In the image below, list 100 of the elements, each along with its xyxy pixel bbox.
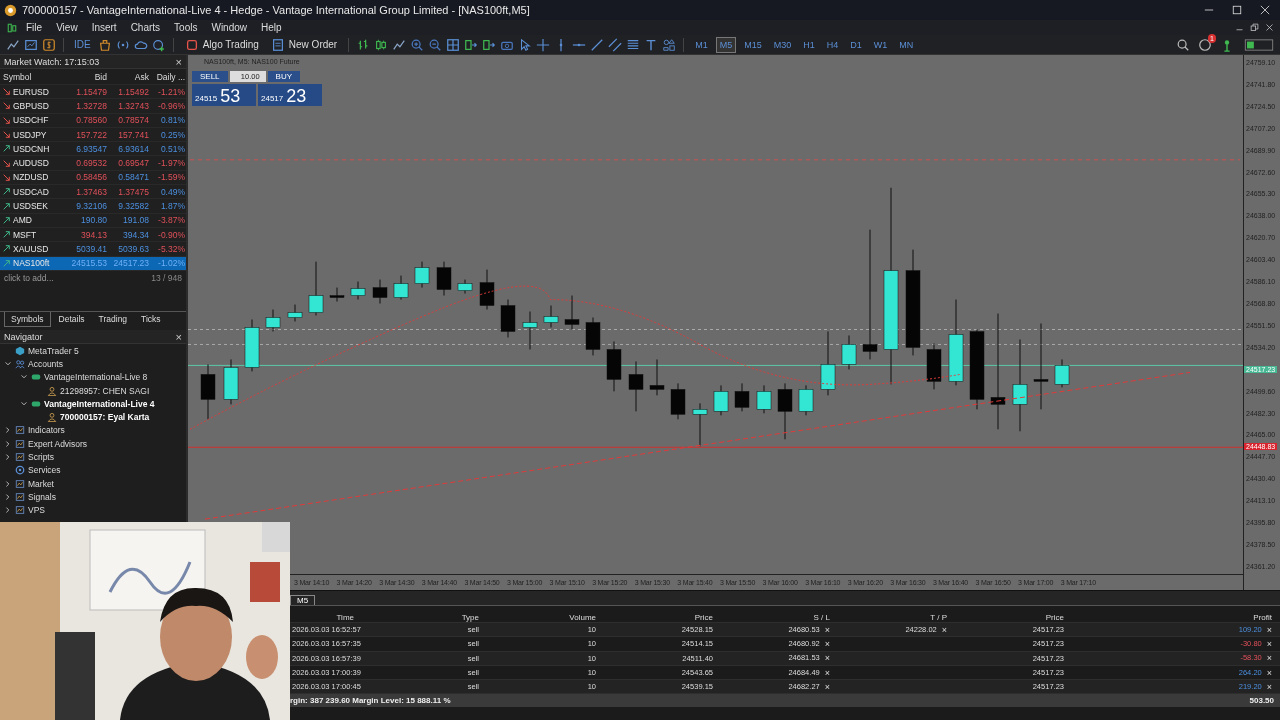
timeframe-button[interactable]: M1 — [691, 36, 712, 53]
maximize-icon[interactable] — [1232, 5, 1242, 15]
column-header[interactable]: Price — [953, 613, 1070, 622]
chevron-right-icon[interactable] — [4, 439, 12, 448]
chevron-down-icon[interactable] — [20, 399, 28, 408]
add-symbol-link[interactable]: click to add... — [4, 272, 54, 283]
indicator-panel-icon[interactable] — [24, 37, 38, 52]
navigator-item[interactable]: 21298957: CHEN SAGI — [60, 385, 150, 396]
timeframe-button[interactable]: M5 — [715, 36, 737, 53]
navigator-item[interactable]: VantageInternational-Live 8 — [44, 372, 148, 383]
menu-item[interactable]: File — [26, 22, 51, 33]
close-position-button[interactable]: × — [1266, 638, 1272, 649]
stop-loss-line[interactable] — [188, 329, 1243, 330]
chevron-right-icon[interactable] — [4, 479, 12, 488]
symbol-row[interactable]: EURUSD 1.15479 1.15492 -1.21% — [0, 85, 186, 100]
sell-price-panel[interactable]: 24515 53 — [192, 84, 256, 106]
navigator-item[interactable]: Expert Advisors — [28, 438, 88, 449]
navigator-item[interactable]: VantageInternational-Live 4 — [44, 398, 155, 409]
remove-stop-loss-button[interactable]: × — [824, 681, 830, 692]
navigator-item[interactable]: Accounts — [28, 358, 63, 369]
symbol-row[interactable]: USDCNH 6.93547 6.93614 0.51% — [0, 142, 186, 157]
buy-button[interactable]: BUY — [267, 71, 301, 82]
close-panel-button[interactable]: × — [175, 330, 182, 343]
close-position-button[interactable]: × — [1266, 653, 1272, 664]
restore-icon[interactable] — [1250, 23, 1259, 32]
close-icon[interactable] — [1260, 5, 1270, 15]
column-header[interactable]: Type — [360, 613, 485, 622]
symbol-row[interactable]: XAUUSD 5039.41 5039.63 -5.32% — [0, 242, 186, 257]
search-icon[interactable] — [1176, 37, 1190, 52]
chevron-right-icon[interactable] — [4, 506, 12, 515]
panel-tab[interactable]: Trading — [92, 312, 134, 327]
timeframe-button[interactable]: H4 — [822, 36, 843, 53]
remove-stop-loss-button[interactable]: × — [824, 667, 830, 678]
symbol-row[interactable]: GBPUSD 1.32728 1.32743 -0.96% — [0, 99, 186, 114]
crosshair-icon[interactable] — [536, 37, 551, 52]
menu-item[interactable]: Tools — [174, 22, 206, 33]
remove-stop-loss-button[interactable]: × — [824, 638, 830, 649]
chevron-right-icon[interactable] — [4, 453, 12, 461]
menu-item[interactable]: Window — [211, 22, 256, 33]
column-header[interactable]: Price — [602, 613, 719, 622]
close-position-button[interactable]: × — [1266, 667, 1272, 678]
cursor-icon[interactable] — [518, 37, 533, 52]
panel-tab[interactable]: Symbols — [4, 312, 51, 327]
sell-button[interactable]: SELL — [192, 71, 228, 82]
bag-icon[interactable] — [97, 37, 112, 52]
column-header[interactable]: T / P — [836, 613, 953, 622]
timeframe-button[interactable]: H1 — [799, 36, 819, 53]
trend-line-icon[interactable] — [590, 37, 605, 52]
new-order-button[interactable]: New Order — [266, 37, 342, 52]
stop-loss-line[interactable] — [188, 343, 1243, 345]
grid-icon[interactable] — [446, 37, 461, 52]
globe-plus-icon[interactable] — [151, 37, 166, 52]
remove-stop-loss-button[interactable]: × — [824, 653, 830, 664]
navigator-item[interactable]: Market — [28, 478, 54, 489]
timeframe-button[interactable]: M15 — [740, 36, 766, 53]
remove-take-profit-button[interactable]: × — [941, 624, 947, 635]
remove-stop-loss-button[interactable]: × — [824, 624, 830, 635]
close-position-button[interactable]: × — [1266, 624, 1272, 635]
zoom-in-icon[interactable] — [410, 37, 425, 52]
menu-item[interactable]: Insert — [91, 22, 125, 33]
close-panel-button[interactable]: × — [175, 55, 182, 68]
navigator-item[interactable]: Signals — [28, 491, 56, 502]
column-header[interactable]: Bid — [69, 71, 109, 82]
column-header[interactable]: S / L — [719, 613, 836, 622]
menu-item[interactable]: Charts — [130, 22, 169, 33]
chevron-right-icon[interactable] — [4, 492, 12, 501]
navigator-item[interactable]: Scripts — [28, 452, 54, 462]
column-header[interactable]: Symbol — [3, 71, 69, 82]
buy-price-panel[interactable]: 24517 23 — [258, 84, 322, 106]
navigator-item[interactable]: VPS — [28, 505, 45, 516]
channel-icon[interactable] — [608, 37, 623, 52]
timeframe-button[interactable]: W1 — [869, 36, 892, 53]
column-header[interactable]: Ask — [109, 71, 151, 82]
shapes-icon[interactable] — [662, 37, 677, 52]
navigator-item[interactable]: MetaTrader 5 — [28, 345, 79, 356]
zoom-out-icon[interactable] — [428, 37, 443, 52]
dollar-icon[interactable] — [42, 37, 56, 52]
autoscroll-icon[interactable] — [482, 37, 497, 52]
menu-item[interactable]: View — [56, 22, 86, 33]
navigator-item[interactable]: Services — [28, 465, 61, 476]
ide-button[interactable]: IDE — [71, 39, 94, 50]
fibonacci-icon[interactable] — [626, 37, 641, 52]
column-header[interactable]: Time — [290, 613, 360, 622]
timeframe-button[interactable]: MN — [895, 36, 918, 53]
panel-tab[interactable]: Details — [52, 312, 91, 327]
menu-item[interactable]: Help — [261, 22, 290, 33]
algo-trading-button[interactable]: Algo Trading — [180, 37, 263, 52]
column-header[interactable]: Daily ... — [151, 71, 187, 82]
symbol-row[interactable]: USDCAD 1.37463 1.37475 0.49% — [0, 185, 186, 200]
column-header[interactable]: Profit — [1070, 613, 1278, 622]
close-icon[interactable] — [1265, 23, 1274, 32]
navigator-item[interactable]: Indicators — [28, 425, 65, 436]
navigator-item[interactable]: 700000157: Eyal Karta — [60, 412, 150, 423]
column-header[interactable]: Volume — [485, 613, 602, 622]
timeframe-button[interactable]: D1 — [846, 36, 866, 53]
chevron-right-icon[interactable] — [4, 426, 12, 435]
timeframe-button[interactable]: M30 — [769, 36, 796, 53]
scroll-icon[interactable] — [464, 37, 479, 52]
candlestick-icon[interactable] — [374, 37, 389, 52]
chevron-down-icon[interactable] — [4, 359, 12, 368]
